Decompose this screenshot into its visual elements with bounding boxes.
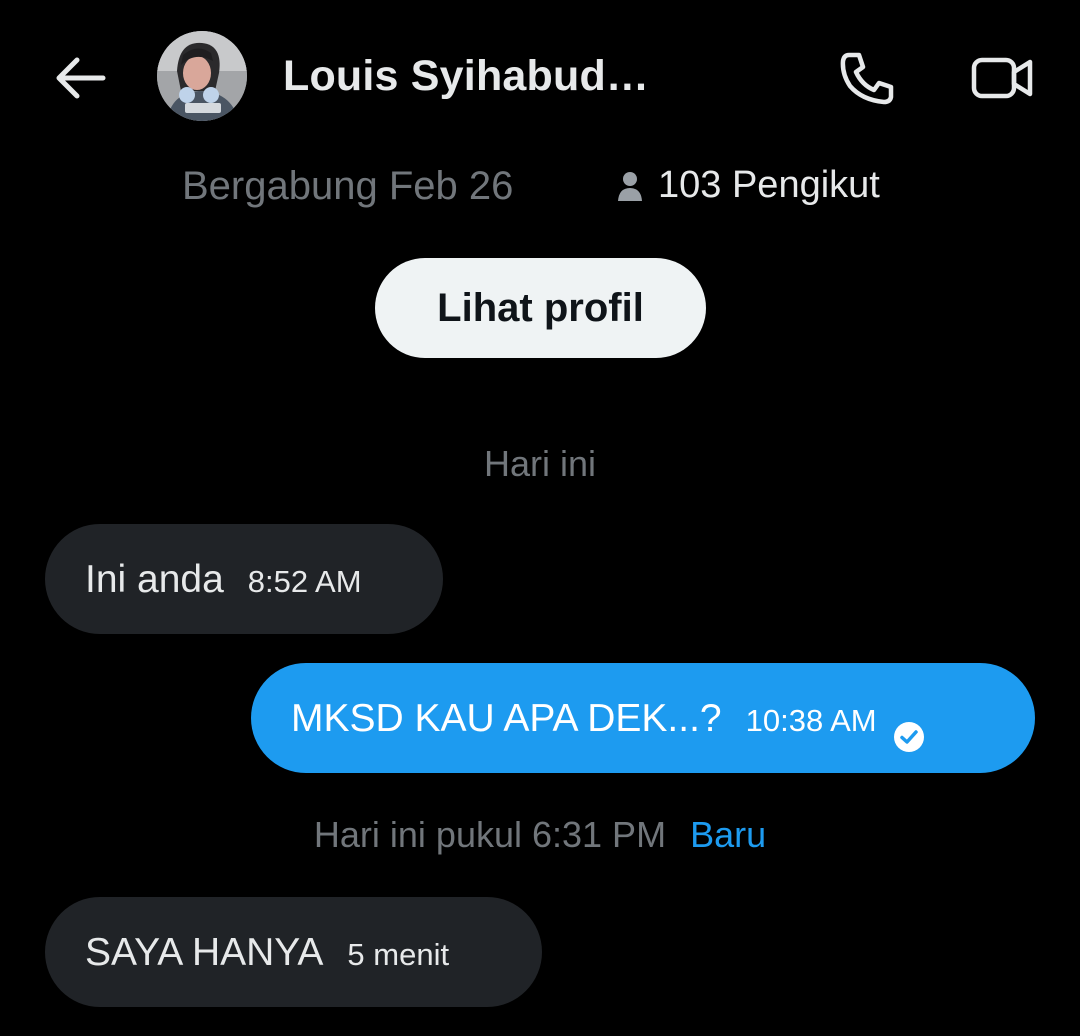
message-text: Ini anda <box>85 558 224 601</box>
separator-text: Hari ini pukul 6:31 PM <box>313 814 667 855</box>
phone-icon <box>840 52 894 105</box>
new-badge: Baru <box>690 814 767 855</box>
back-button[interactable] <box>44 46 116 110</box>
followers-count: 103 Pengikut <box>658 164 880 206</box>
followers-info: 103 Pengikut <box>616 164 880 207</box>
view-profile-button[interactable]: Lihat profil <box>375 258 706 358</box>
incoming-message[interactable]: Ini anda 8:52 AM <box>45 524 443 634</box>
joined-date: Bergabung Feb 26 <box>182 164 514 208</box>
message-time: 8:52 AM <box>247 564 362 599</box>
arrow-left-icon <box>56 57 106 99</box>
message-text: MKSD KAU APA DEK...? <box>291 697 722 740</box>
person-icon <box>618 171 642 201</box>
conversation-title[interactable]: Louis Syihabud… <box>283 52 649 101</box>
video-camera-icon <box>971 57 1033 99</box>
video-call-button[interactable] <box>964 46 1040 110</box>
incoming-message[interactable]: SAYA HANYA 5 menit <box>45 897 542 1007</box>
date-separator: Hari ini <box>483 443 597 484</box>
message-time: 10:38 AM <box>745 703 877 738</box>
time-separator: Hari ini pukul 6:31 PM Baru <box>0 814 1080 856</box>
call-button[interactable] <box>830 46 902 110</box>
message-time: 5 menit <box>347 937 450 972</box>
message-text: SAYA HANYA <box>85 931 324 974</box>
outgoing-message[interactable]: MKSD KAU APA DEK...? 10:38 AM <box>251 663 1035 773</box>
avatar-image <box>157 31 247 121</box>
avatar[interactable] <box>157 31 247 121</box>
check-circle-icon <box>893 722 924 752</box>
